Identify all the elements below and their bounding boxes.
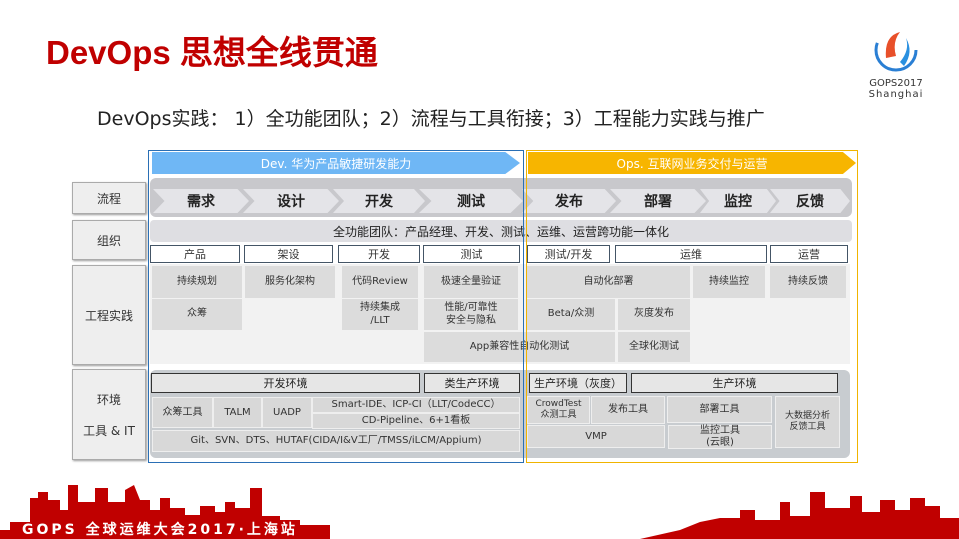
page-title: DevOps 思想全线贯通 xyxy=(46,34,378,71)
ops-frame xyxy=(526,150,858,463)
dev-frame xyxy=(148,150,524,463)
subtitle: DevOps实践： 1）全功能团队；2）流程与工具衔接；3）工程能力实践与推广 xyxy=(97,108,765,130)
gops-logo: GOPS2017 Shanghai xyxy=(866,22,926,104)
row-label-practice: 工程实践 xyxy=(72,265,146,365)
row-label-process: 流程 xyxy=(72,182,146,214)
footer-text: GOPS 全球运维大会2017·上海站 xyxy=(22,522,298,538)
row-label-org: 组织 xyxy=(72,220,146,260)
logo-icon xyxy=(874,28,918,72)
logo-text-1: GOPS2017 xyxy=(869,78,923,89)
logo-text-2: Shanghai xyxy=(868,89,924,100)
row-label-env-tools: 环境 工具 & IT xyxy=(72,369,146,460)
